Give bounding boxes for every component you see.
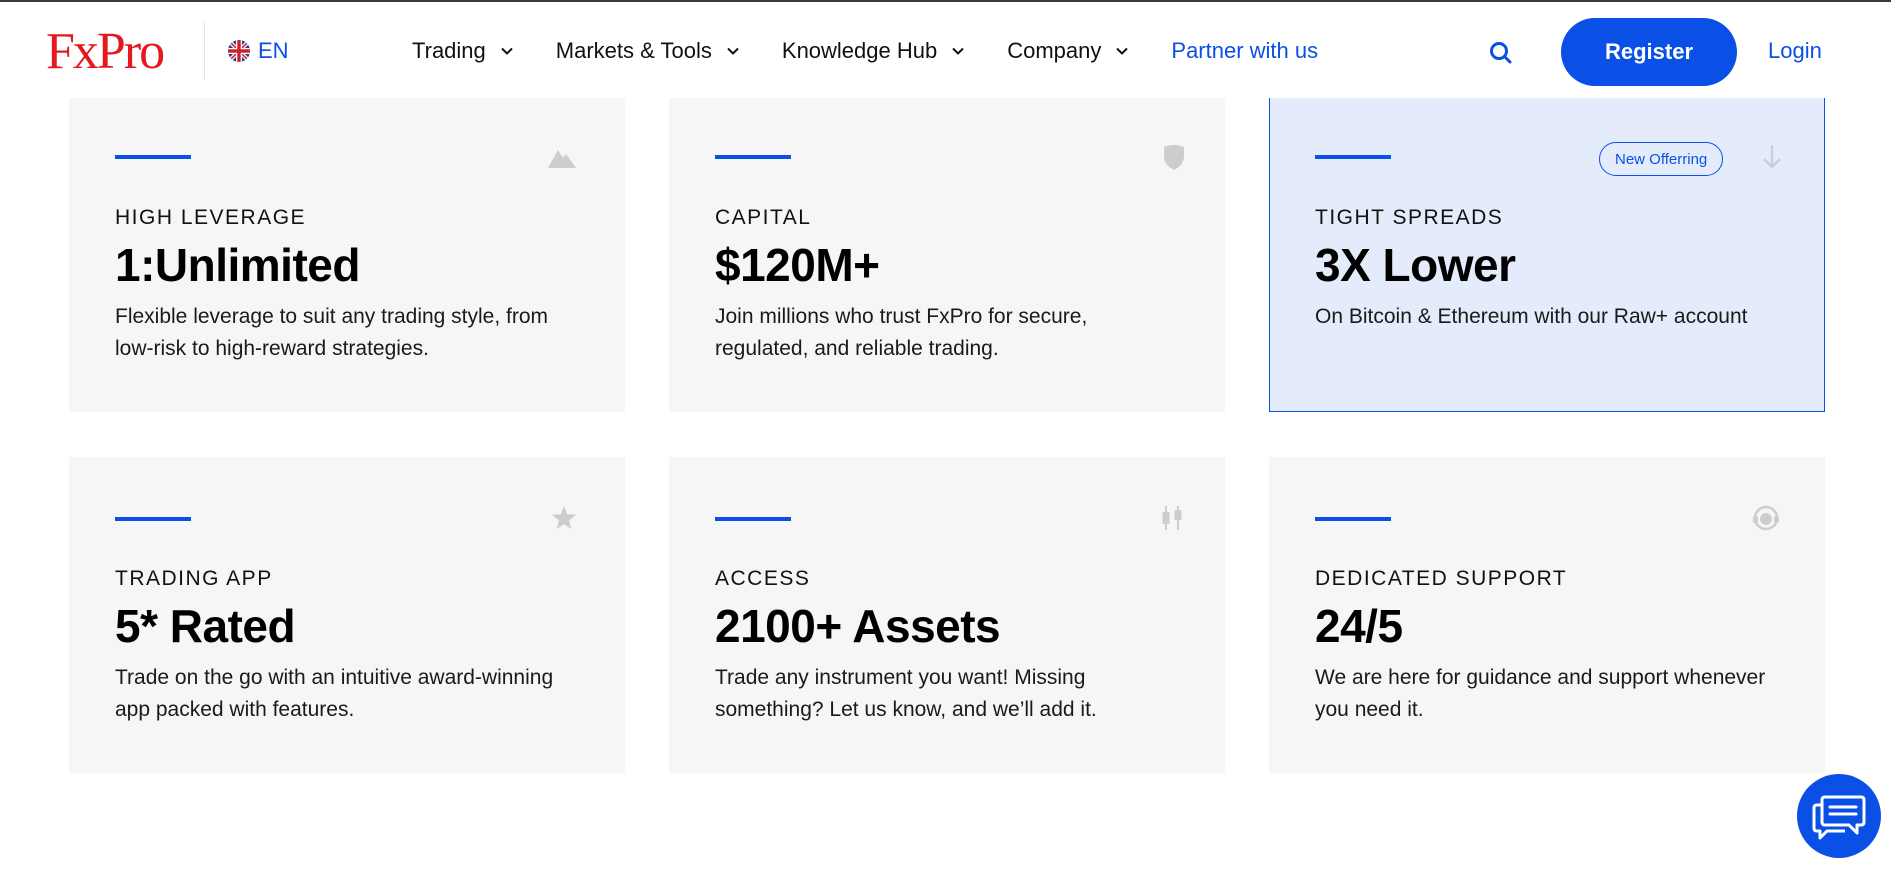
nav-partner-with-us[interactable]: Partner with us [1171, 38, 1318, 64]
card-description: We are here for guidance and support whe… [1315, 666, 1766, 721]
card-headline: 5* Rated [115, 600, 296, 652]
card-description: On Bitcoin & Ethereum with our Raw+ acco… [1315, 305, 1748, 328]
login-link[interactable]: Login [1768, 38, 1822, 64]
card-accent-line [115, 517, 191, 521]
feature-card-high-leverage: HIGH LEVERAGE 1:Unlimited Flexible lever… [69, 98, 625, 412]
fxpro-logo[interactable]: FxPro [46, 24, 165, 80]
card-eyebrow: TIGHT SPREADS [1315, 206, 1504, 229]
card-description: Join millions who trust FxPro for secure… [715, 305, 1088, 360]
language-label: EN [258, 38, 289, 63]
feature-card-access: ACCESS 2100+ Assets Trade any instrument… [669, 457, 1225, 773]
nav-markets-tools-label: Markets & Tools [555, 38, 712, 63]
nav-company-label: Company [1007, 38, 1102, 63]
nav-knowledge-hub[interactable]: Knowledge Hub [782, 38, 965, 64]
feature-card-trading-app: TRADING APP 5* Rated Trade on the go wit… [69, 457, 625, 773]
uk-flag-icon [228, 40, 250, 62]
nav-knowledge-hub-label: Knowledge Hub [781, 38, 938, 63]
card-description: Trade on the go with an intuitive award-… [115, 666, 554, 721]
card-accent-line [715, 517, 791, 521]
nav-trading[interactable]: Trading [412, 38, 514, 64]
chevron-down-icon [952, 47, 964, 55]
card-accent-line [715, 155, 791, 159]
header-divider [204, 22, 205, 80]
feature-card-tight-spreads: New Offerring TIGHT SPREADS 3X Lower On … [1269, 98, 1825, 412]
nav-company[interactable]: Company [1007, 38, 1129, 64]
card-eyebrow: HIGH LEVERAGE [115, 206, 307, 229]
star-icon [552, 506, 576, 529]
arrow-down-icon [1763, 145, 1781, 169]
chat-icon [1812, 795, 1866, 840]
chevron-down-icon [1116, 47, 1129, 55]
search-icon[interactable] [1488, 40, 1514, 66]
main-nav: Trading Markets & Tools Knowledge Hub Co… [412, 38, 1318, 64]
language-selector[interactable]: EN [228, 38, 289, 64]
card-accent-line [1315, 155, 1391, 159]
nav-markets-tools[interactable]: Markets & Tools [556, 38, 740, 64]
register-button[interactable]: Register [1561, 18, 1737, 86]
card-eyebrow: TRADING APP [115, 567, 273, 590]
card-description: Trade any instrument you want! Missing s… [715, 666, 1097, 721]
card-headline: 1:Unlimited [115, 239, 360, 291]
mountain-icon [548, 150, 576, 168]
nav-trading-label: Trading [412, 38, 486, 63]
chevron-down-icon [727, 47, 739, 55]
card-accent-line [1315, 517, 1391, 521]
card-headline: 3X Lower [1315, 239, 1516, 291]
chat-button[interactable] [1797, 774, 1881, 858]
shield-icon [1164, 145, 1184, 170]
new-offering-badge[interactable]: New Offerring [1599, 142, 1724, 176]
card-eyebrow: DEDICATED SUPPORT [1315, 567, 1568, 590]
card-eyebrow: CAPITAL [715, 206, 812, 229]
candlestick-icon [1162, 506, 1182, 530]
site-header: FxPro EN Trading Markets & Tools Knowled… [0, 2, 1891, 98]
feature-card-dedicated-support: DEDICATED SUPPORT 24/5 We are here for g… [1269, 457, 1825, 773]
feature-card-capital: CAPITAL $120M+ Join millions who trust F… [669, 98, 1225, 412]
chevron-down-icon [501, 47, 513, 55]
card-eyebrow: ACCESS [715, 567, 811, 590]
card-headline: $120M+ [715, 239, 880, 291]
card-description: Flexible leverage to suit any trading st… [115, 305, 549, 360]
card-headline: 2100+ Assets [715, 600, 1001, 652]
support-agent-icon [1753, 505, 1779, 531]
card-headline: 24/5 [1315, 600, 1403, 652]
card-accent-line [115, 155, 191, 159]
